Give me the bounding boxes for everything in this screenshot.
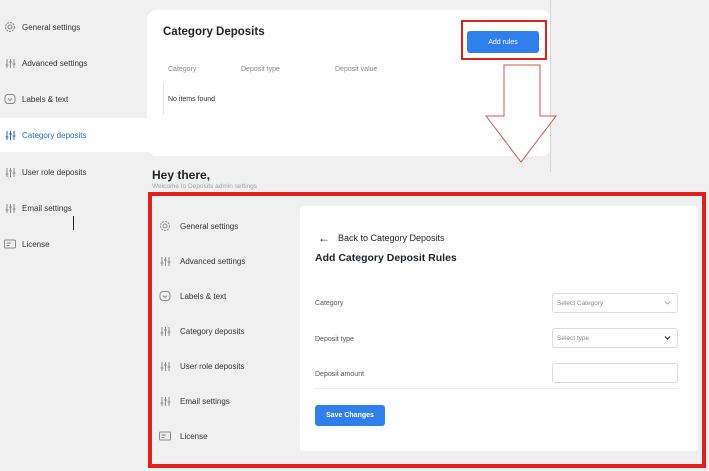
deposit-amount-label: Deposit amount <box>315 371 365 378</box>
license-card-icon <box>158 429 172 443</box>
chat-bubble-icon <box>3 92 17 106</box>
add-rule-form-card: ← Back to Category Deposits Add Category… <box>300 206 698 451</box>
empty-state-text: No items found <box>168 96 216 103</box>
sidebar-item-labels-text[interactable]: Labels & text <box>158 279 226 313</box>
chevron-down-icon <box>664 301 671 305</box>
sidebar-item-label: General settings <box>22 22 81 32</box>
sliders-icon <box>158 394 172 408</box>
text-cursor <box>73 216 74 230</box>
column-header-category[interactable]: Category <box>168 66 196 73</box>
sidebar-item-label: User role deposits <box>22 167 87 177</box>
page-title: Category Deposits <box>163 26 265 38</box>
deposit-type-select[interactable]: Select type <box>552 328 678 348</box>
sidebar-item-label: Email settings <box>22 203 72 213</box>
arrow-left-icon: ← <box>318 231 330 245</box>
sidebar-item-license[interactable]: License <box>158 419 208 453</box>
greeting-title: Hey there, <box>152 168 211 182</box>
sidebar-item-license[interactable]: License <box>0 227 150 261</box>
sidebar-item-label: General settings <box>180 221 239 231</box>
sidebar-item-category-deposits[interactable]: Category deposits <box>0 118 152 152</box>
highlight-box-add-rules <box>461 20 547 60</box>
sidebar-item-user-role-deposits[interactable]: User role deposits <box>158 349 244 383</box>
sidebar-item-label: License <box>22 239 50 249</box>
sidebar-item-label: Category deposits <box>180 326 245 336</box>
divider <box>315 388 678 389</box>
column-header-deposit-type[interactable]: Deposit type <box>241 66 280 73</box>
sidebar-item-label: Labels & text <box>22 94 69 104</box>
sidebar-item-user-role-deposits[interactable]: User role deposits <box>0 155 150 189</box>
sliders-icon <box>3 128 17 142</box>
back-link-label: Back to Category Deposits <box>338 233 445 243</box>
sidebar-item-labels-text[interactable]: Labels & text <box>0 82 150 116</box>
deposit-amount-input[interactable] <box>552 363 678 383</box>
sliders-icon <box>158 254 172 268</box>
sliders-icon <box>158 324 172 338</box>
sliders-icon <box>3 165 17 179</box>
sidebar-item-email-settings[interactable]: Email settings <box>158 384 230 418</box>
sidebar-item-advanced-settings[interactable]: Advanced settings <box>158 244 245 278</box>
deposit-type-select-value: Select type <box>557 334 590 342</box>
highlight-box-add-rule-form: General settings Advanced settings Label… <box>148 192 706 468</box>
back-link[interactable]: ← Back to Category Deposits <box>318 232 445 244</box>
category-label: Category <box>315 300 344 307</box>
sidebar-item-label: License <box>180 431 208 441</box>
chevron-down-icon <box>664 336 671 340</box>
form-title: Add Category Deposit Rules <box>315 252 457 264</box>
sidebar-item-general-settings[interactable]: General settings <box>0 10 150 44</box>
sidebar-item-label: Email settings <box>180 396 230 406</box>
table-row-border <box>163 83 164 115</box>
empty-area <box>551 0 709 172</box>
gear-icon <box>158 219 172 233</box>
column-header-deposit-value[interactable]: Deposit value <box>335 66 377 73</box>
sidebar: General settings Advanced settings Label… <box>0 0 152 471</box>
deposit-type-label: Deposit type <box>315 336 354 343</box>
category-select-value: Select Category <box>557 299 604 307</box>
sidebar-item-label: Advanced settings <box>180 256 246 266</box>
sidebar-item-advanced-settings[interactable]: Advanced settings <box>0 46 150 80</box>
sidebar-item-email-settings[interactable]: Email settings <box>0 191 150 225</box>
sidebar-item-label: User role deposits <box>180 361 245 371</box>
sliders-icon <box>158 359 172 373</box>
greeting-subtitle: Welcome to Deposits admin settings <box>152 183 258 190</box>
chat-bubble-icon <box>158 289 172 303</box>
sidebar-item-category-deposits[interactable]: Category deposits <box>158 314 244 348</box>
category-select[interactable]: Select Category <box>552 293 678 313</box>
sliders-icon <box>3 201 17 215</box>
gear-icon <box>3 20 17 34</box>
sidebar-item-label: Labels & text <box>180 291 227 301</box>
sliders-icon <box>3 56 17 70</box>
sidebar-item-label: Category deposits <box>22 130 87 140</box>
save-changes-button[interactable]: Save Changes <box>315 405 385 426</box>
sidebar-item-label: Advanced settings <box>22 58 88 68</box>
sidebar-item-general-settings[interactable]: General settings <box>158 209 238 243</box>
license-card-icon <box>3 237 17 251</box>
down-arrow-annotation-icon <box>484 64 558 163</box>
